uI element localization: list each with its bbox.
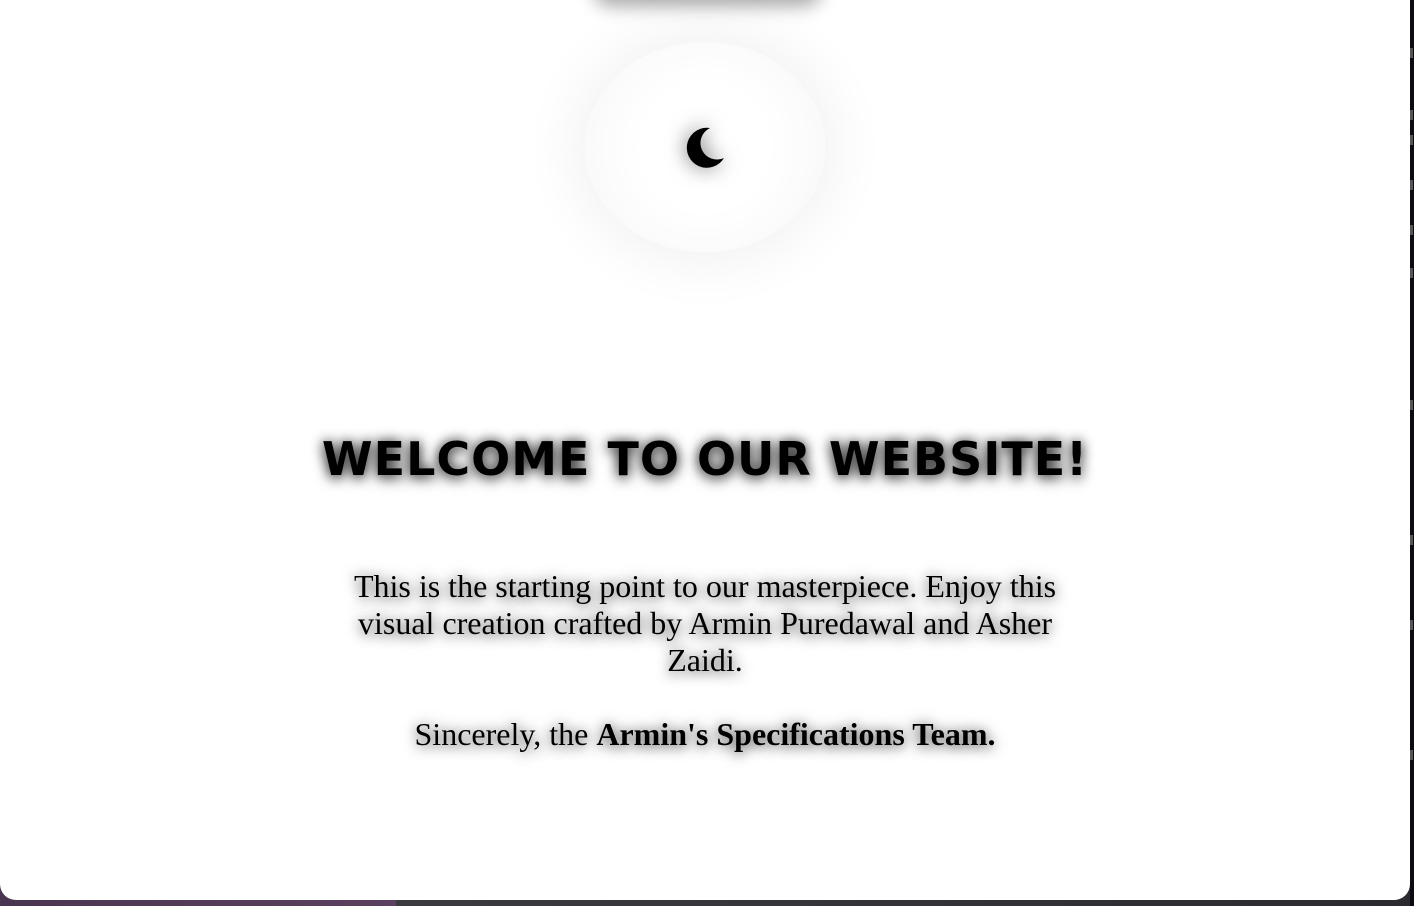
edge-mark [1410, 750, 1413, 760]
edge-mark [1410, 225, 1413, 235]
edge-mark [1410, 268, 1413, 278]
edge-mark [1410, 535, 1413, 545]
edge-marks [1410, 0, 1414, 906]
edge-mark [1410, 400, 1413, 410]
moon-icon [686, 127, 724, 168]
signoff-prefix: Sincerely, the [414, 716, 597, 752]
intro-paragraph: This is the starting point to our master… [353, 568, 1057, 678]
edge-mark [1410, 180, 1413, 190]
page-title: WELCOME TO OUR WEBSITE! [321, 432, 1089, 486]
signoff-text: Sincerely, the Armin's Specifications Te… [0, 716, 1410, 753]
edge-mark [1410, 135, 1413, 145]
edge-mark [1410, 48, 1413, 58]
signoff-team-name: Armin's Specifications Team. [596, 716, 996, 752]
browser-window: WELCOME TO OUR WEBSITE! This is the star… [0, 0, 1410, 900]
theme-toggle-button[interactable] [585, 42, 825, 252]
edge-mark [1410, 620, 1413, 630]
edge-mark [1410, 110, 1413, 120]
